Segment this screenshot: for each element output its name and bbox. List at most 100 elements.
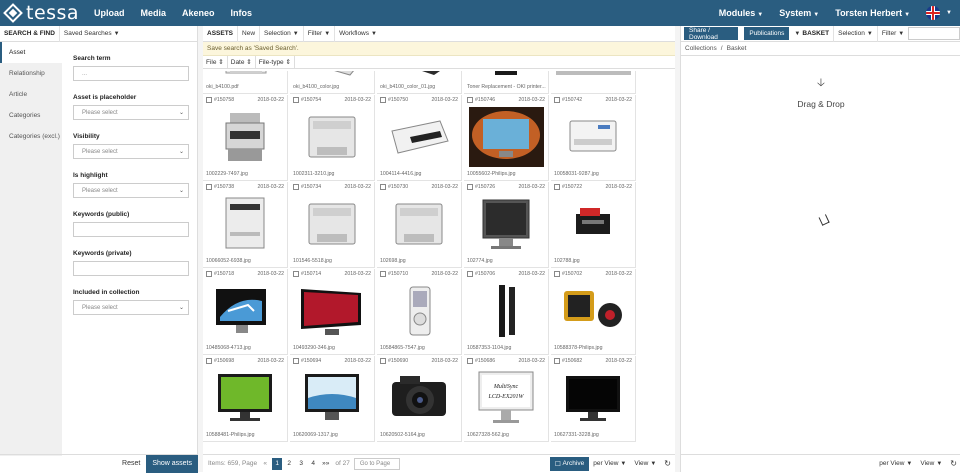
asset-card[interactable]: #150706 2018-03-22 10587353-1104.jpg bbox=[464, 269, 549, 355]
asset-card[interactable]: oki_b4100.pdf bbox=[203, 71, 288, 94]
next-pages-button[interactable]: »» bbox=[320, 458, 331, 470]
asset-card[interactable]: #150718 2018-03-22 10485068-4713.jpg bbox=[203, 269, 288, 355]
asset-checkbox[interactable] bbox=[554, 358, 560, 364]
basket-search-input[interactable] bbox=[908, 27, 960, 40]
page-3-button[interactable]: 3 bbox=[296, 458, 306, 470]
asset-card[interactable]: #150746 2018-03-22 10055602-Philips.jpg bbox=[464, 95, 549, 181]
asset-checkbox[interactable] bbox=[380, 184, 386, 190]
sort-file-type[interactable]: File-type ⇕ bbox=[256, 55, 295, 69]
basket-view-dropdown[interactable]: View ▼ bbox=[916, 460, 946, 467]
save-search-notice[interactable]: Save search as 'Saved Search'. bbox=[203, 42, 675, 56]
sort-file[interactable]: File ⇕ bbox=[203, 55, 228, 69]
page-1-button[interactable]: 1 bbox=[272, 457, 283, 470]
asset-card[interactable]: #150714 2018-03-22 10493290-346.jpg bbox=[290, 269, 375, 355]
asset-card[interactable]: #150758 2018-03-22 1002229-7497.jpg bbox=[203, 95, 288, 181]
highlight-select[interactable]: Please select ⌄ bbox=[73, 183, 189, 198]
asset-card[interactable]: #150682 2018-03-22 10627331-3228.jpg bbox=[551, 356, 636, 442]
refresh-icon[interactable]: ↻ bbox=[946, 459, 960, 468]
workflows-dropdown[interactable]: Workflows ▼ bbox=[334, 25, 381, 42]
asset-card[interactable]: #150742 2018-03-22 10058031-9287.jpg bbox=[551, 95, 636, 181]
tab-asset[interactable]: Asset bbox=[0, 42, 62, 63]
nav-user[interactable]: Torsten Herbert ▼ bbox=[827, 8, 918, 18]
asset-checkbox[interactable] bbox=[293, 97, 299, 103]
asset-checkbox[interactable] bbox=[293, 358, 299, 364]
selection-dropdown[interactable]: Selection ▼ bbox=[259, 25, 303, 42]
language-flag-icon[interactable] bbox=[926, 6, 941, 20]
page-2-button[interactable]: 2 bbox=[284, 458, 294, 470]
asset-checkbox[interactable] bbox=[380, 358, 386, 364]
nav-infos[interactable]: Infos bbox=[223, 8, 261, 18]
asset-card[interactable]: #150734 2018-03-22 101546-5518.jpg bbox=[290, 182, 375, 268]
page-4-button[interactable]: 4 bbox=[308, 458, 318, 470]
asset-checkbox[interactable] bbox=[293, 184, 299, 190]
asset-card[interactable] bbox=[551, 71, 636, 94]
share-download-button[interactable]: Share / Download bbox=[684, 27, 739, 41]
tab-article[interactable]: Article bbox=[0, 84, 62, 105]
asset-checkbox[interactable] bbox=[467, 358, 473, 364]
asset-card[interactable]: #150750 2018-03-22 1004114-4416.jpg bbox=[377, 95, 462, 181]
asset-card[interactable]: oki_b4100_color_01.jpg bbox=[377, 71, 462, 94]
asset-card[interactable]: #150686 2018-03-22 MultiSync LCD-EX201W 1062… bbox=[464, 356, 549, 442]
asset-checkbox[interactable] bbox=[206, 358, 212, 364]
asset-checkbox[interactable] bbox=[467, 184, 473, 190]
publications-button[interactable]: Publications bbox=[744, 27, 790, 40]
tab-categories-excl[interactable]: Categories (excl.) bbox=[0, 126, 62, 147]
nav-upload[interactable]: Upload bbox=[86, 8, 133, 18]
basket-per-view-dropdown[interactable]: per View ▼ bbox=[875, 460, 916, 467]
asset-checkbox[interactable] bbox=[467, 97, 473, 103]
nav-system[interactable]: System ▼ bbox=[771, 8, 827, 18]
basket-selection-dropdown[interactable]: Selection ▼ bbox=[833, 25, 877, 42]
basket-filter-dropdown[interactable]: Filter ▼ bbox=[876, 25, 908, 42]
asset-checkbox[interactable] bbox=[554, 271, 560, 277]
drop-zone[interactable]: 🡣 Drag & Drop bbox=[681, 74, 960, 109]
search-term-input[interactable]: ... bbox=[73, 66, 189, 81]
asset-card[interactable]: #150698 2018-03-22 10588481-Philips.jpg bbox=[203, 356, 288, 442]
chevron-down-icon[interactable]: ▼ bbox=[946, 10, 952, 16]
go-to-page-input[interactable]: Go to Page bbox=[353, 457, 400, 470]
asset-card[interactable]: #150694 2018-03-22 10620069-1317.jpg bbox=[290, 356, 375, 442]
collection-select[interactable]: Please select ⌄ bbox=[73, 300, 189, 315]
placeholder-select[interactable]: Please select ⌄ bbox=[73, 105, 189, 120]
breadcrumb-collections[interactable]: Collections bbox=[685, 45, 717, 52]
nav-media[interactable]: Media bbox=[133, 8, 175, 18]
asset-card[interactable]: Toner Replacement - OKI printer... bbox=[464, 71, 549, 94]
asset-card[interactable]: #150710 2018-03-22 10584865-7547.jpg bbox=[377, 269, 462, 355]
saved-searches-dropdown[interactable]: Saved Searches ▼ bbox=[58, 25, 124, 42]
keywords-public-input[interactable] bbox=[73, 222, 189, 237]
archive-button[interactable]: ☐ Archive bbox=[549, 456, 590, 471]
asset-checkbox[interactable] bbox=[554, 97, 560, 103]
asset-card[interactable]: #150730 2018-03-22 102698.jpg bbox=[377, 182, 462, 268]
asset-checkbox[interactable] bbox=[380, 97, 386, 103]
breadcrumb-basket[interactable]: Basket bbox=[727, 45, 747, 52]
filter-dropdown[interactable]: Filter ▼ bbox=[302, 25, 334, 42]
view-dropdown[interactable]: View ▼ bbox=[630, 460, 660, 467]
tab-relationship[interactable]: Relationship bbox=[0, 63, 62, 84]
asset-card[interactable]: #150690 2018-03-22 10620502-5164.jpg bbox=[377, 356, 462, 442]
show-assets-button[interactable]: Show assets bbox=[146, 454, 198, 473]
new-button[interactable]: New bbox=[237, 25, 259, 42]
asset-checkbox[interactable] bbox=[380, 271, 386, 277]
asset-checkbox[interactable] bbox=[467, 271, 473, 277]
nav-akeneo[interactable]: Akeneo bbox=[174, 8, 223, 18]
asset-card[interactable]: #150702 2018-03-22 10588378-Philips.jpg bbox=[551, 269, 636, 355]
asset-checkbox[interactable] bbox=[293, 271, 299, 277]
asset-card[interactable]: #150722 2018-03-22 102788.jpg bbox=[551, 182, 636, 268]
visibility-select[interactable]: Please select ⌄ bbox=[73, 144, 189, 159]
asset-checkbox[interactable] bbox=[206, 97, 212, 103]
tessa-logo[interactable]: tessa bbox=[0, 0, 86, 26]
tab-categories[interactable]: Categories bbox=[0, 105, 62, 126]
reset-button[interactable]: Reset bbox=[116, 460, 146, 467]
keywords-private-input[interactable] bbox=[73, 261, 189, 276]
first-page-button[interactable]: « bbox=[260, 458, 270, 470]
asset-checkbox[interactable] bbox=[206, 271, 212, 277]
nav-modules[interactable]: Modules ▼ bbox=[711, 8, 771, 18]
sort-date[interactable]: Date ⇕ bbox=[228, 55, 256, 69]
refresh-icon[interactable]: ↻ bbox=[660, 459, 675, 468]
asset-card[interactable]: oki_b4100_color.jpg bbox=[290, 71, 375, 94]
asset-card[interactable]: #150726 2018-03-22 102774.jpg bbox=[464, 182, 549, 268]
asset-checkbox[interactable] bbox=[206, 184, 212, 190]
per-view-dropdown[interactable]: per View ▼ bbox=[589, 460, 630, 467]
asset-card[interactable]: #150754 2018-03-22 1002311-3210.jpg bbox=[290, 95, 375, 181]
asset-card[interactable]: #150738 2018-03-22 10066052-6938.jpg bbox=[203, 182, 288, 268]
asset-checkbox[interactable] bbox=[554, 184, 560, 190]
